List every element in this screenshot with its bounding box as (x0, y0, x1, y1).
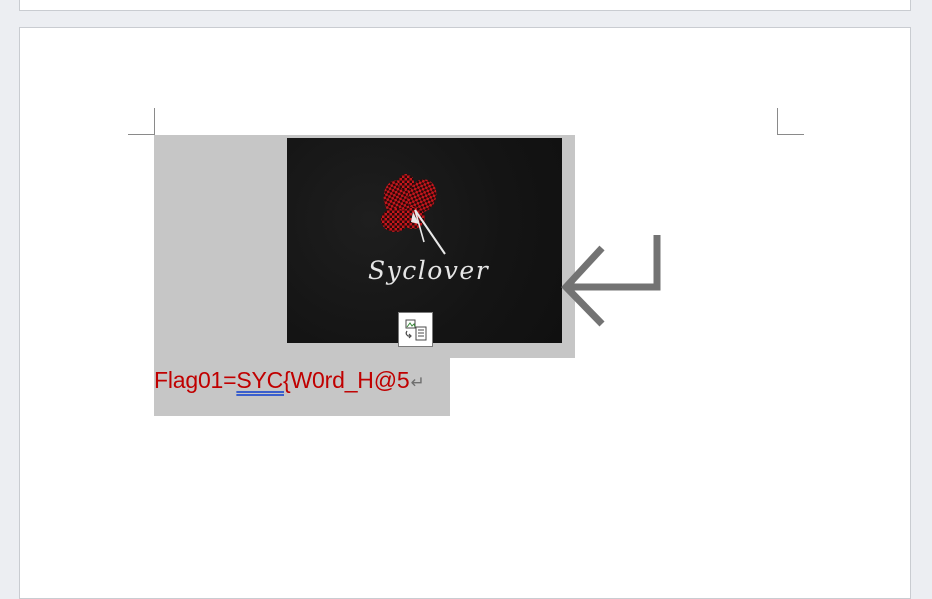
paragraph-mark-icon: ↵ (410, 373, 425, 392)
flag-text-line[interactable]: Flag01=SYC{W0rd_H@5↵ (154, 367, 425, 394)
margin-corner-top-left (128, 108, 155, 135)
syclover-logo-text: Syclover (368, 256, 490, 285)
return-arrow-icon (560, 231, 666, 332)
flag-rest: W0rd_H@5 (290, 367, 410, 393)
layout-options-icon[interactable] (398, 312, 433, 347)
flag-prefix: Flag01= (154, 367, 237, 393)
margin-corner-top-right (777, 108, 804, 135)
previous-page-bottom (19, 0, 911, 11)
document-page[interactable]: Syclover Flag01=SYC{W0rd_H@5↵ (19, 27, 911, 599)
flag-underlined-text: SYC{ (236, 367, 291, 393)
clover-flower-graphic (381, 174, 446, 255)
